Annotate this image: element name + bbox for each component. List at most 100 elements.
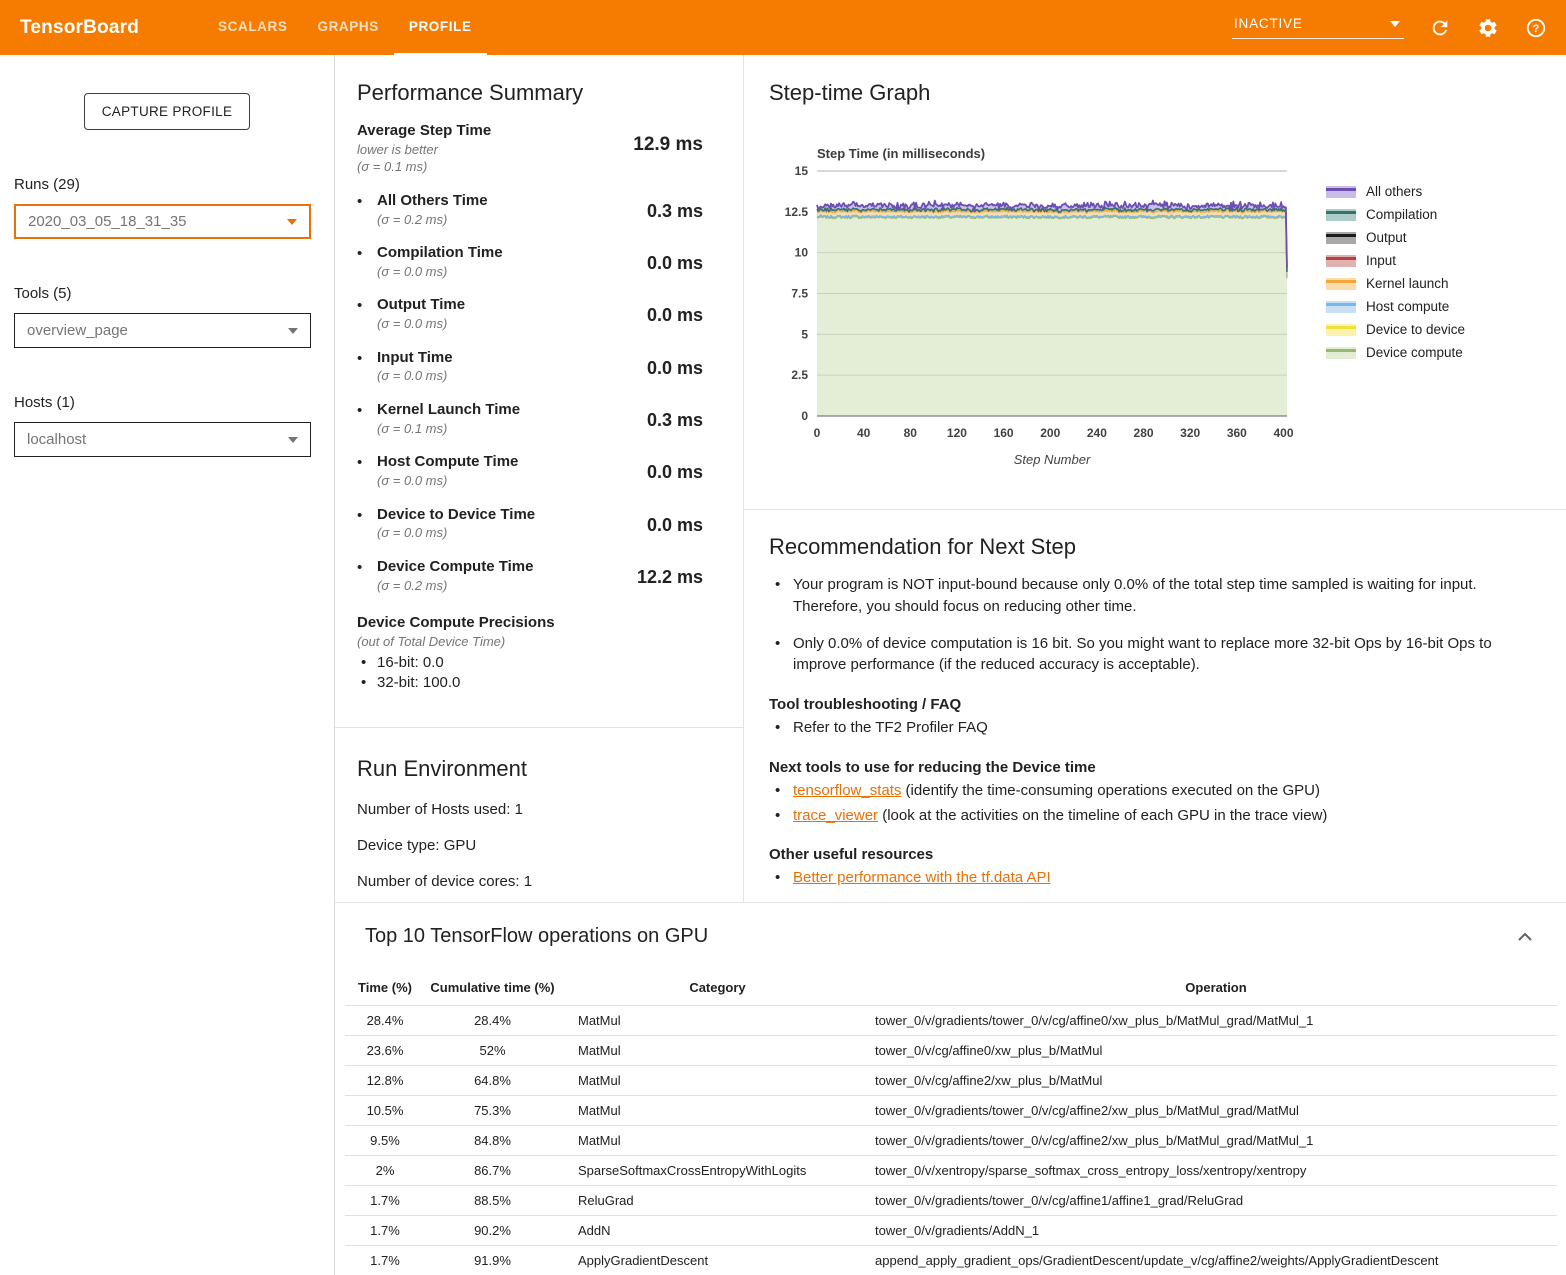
metric-label: •Host Compute Time(σ = 0.0 ms)	[357, 453, 518, 489]
other-resource-item: Better performance with the tf.data API	[769, 867, 1531, 889]
legend-item: Host compute	[1326, 299, 1465, 314]
runs-select[interactable]: 2020_03_05_18_31_35	[14, 204, 311, 239]
category-cell: ReluGrad	[560, 1186, 875, 1216]
steptime-panel: Step-time Graph Step Time (in millisecon…	[744, 55, 1566, 902]
tool-link-item: tensorflow_stats (identify the time-cons…	[769, 780, 1531, 802]
category-cell: MatMul	[560, 1126, 875, 1156]
table-row: 23.6%52%MatMultower_0/v/cg/affine0/xw_pl…	[345, 1036, 1557, 1066]
cumulative-cell: 52%	[425, 1036, 560, 1066]
metric-value: 0.0 ms	[647, 305, 703, 332]
help-icon[interactable]: ?	[1524, 16, 1548, 40]
col-time: Time (%)	[345, 974, 425, 1006]
tab-profile[interactable]: PROFILE	[394, 0, 487, 55]
metric-row: •Host Compute Time(σ = 0.0 ms) 0.0 ms	[357, 453, 703, 489]
cumulative-cell: 64.8%	[425, 1066, 560, 1096]
svg-text:80: 80	[904, 426, 918, 440]
category-cell: MatMul	[560, 1036, 875, 1066]
svg-text:280: 280	[1134, 426, 1154, 440]
table-header-row: Time (%) Cumulative time (%) Category Op…	[345, 974, 1557, 1006]
chevron-down-icon	[287, 219, 297, 225]
recommendation-bullet: Only 0.0% of device computation is 16 bi…	[769, 633, 1529, 677]
svg-text:7.5: 7.5	[791, 287, 808, 301]
recommendation-bullets: Your program is NOT input-bound because …	[769, 574, 1531, 676]
legend-label: All others	[1366, 184, 1422, 199]
metric-value: 0.0 ms	[647, 462, 703, 489]
tool-link-desc: (identify the time-consuming operations …	[901, 782, 1320, 799]
runs-label: Runs (29)	[14, 176, 334, 193]
operation-cell: tower_0/v/cg/affine2/xw_plus_b/MatMul	[875, 1066, 1557, 1096]
chart-title: Step Time (in milliseconds)	[817, 146, 1314, 161]
col-category: Category	[560, 974, 875, 1006]
collapse-chevron-up-icon[interactable]	[1517, 929, 1535, 943]
env-line: Number of Hosts used: 1	[357, 801, 703, 818]
recommendation-bullet: Your program is NOT input-bound because …	[769, 574, 1529, 618]
svg-text:?: ?	[1533, 22, 1540, 34]
operation-cell: append_apply_gradient_ops/GradientDescen…	[875, 1246, 1557, 1275]
bullet-icon: •	[357, 506, 377, 542]
main-content: Performance Summary Average Step Time lo…	[335, 55, 1566, 1275]
legend-swatch	[1326, 301, 1356, 313]
bullet-icon: •	[357, 558, 377, 594]
metric-row: •Compilation Time(σ = 0.0 ms) 0.0 ms	[357, 244, 703, 280]
time-cell: 9.5%	[345, 1126, 425, 1156]
legend-item: Output	[1326, 230, 1465, 245]
metric-sigma: (σ = 0.0 ms)	[377, 472, 518, 490]
time-cell: 2%	[345, 1156, 425, 1186]
precision-item: 16-bit: 0.0	[357, 653, 703, 673]
operation-cell: tower_0/v/gradients/tower_0/v/cg/affine2…	[875, 1126, 1557, 1156]
status-dropdown[interactable]: INACTIVE	[1232, 16, 1404, 39]
metric-sigma: (σ = 0.2 ms)	[377, 577, 533, 595]
legend-line-icon	[1326, 234, 1356, 237]
col-operation: Operation	[875, 974, 1557, 1006]
metric-row: •Device Compute Time(σ = 0.2 ms)12.2 ms	[357, 558, 703, 594]
legend-swatch	[1326, 255, 1356, 267]
legend-label: Device to device	[1366, 322, 1465, 337]
faq-items: Refer to the TF2 Profiler FAQ	[769, 717, 1531, 739]
tools-select[interactable]: overview_page	[14, 313, 311, 348]
category-cell: SparseSoftmaxCrossEntropyWithLogits	[560, 1156, 875, 1186]
metric-sigma: (σ = 0.0 ms)	[377, 367, 453, 385]
bullet-icon: •	[357, 244, 377, 280]
metric-value: 0.3 ms	[647, 410, 703, 437]
metric-name: Compilation Time	[377, 244, 503, 263]
table-row: 1.7%91.9%ApplyGradientDescentappend_appl…	[345, 1246, 1557, 1275]
metric-value: 0.0 ms	[647, 253, 703, 280]
metric-label: •Output Time(σ = 0.0 ms)	[357, 296, 465, 332]
operation-cell: tower_0/v/gradients/tower_0/v/cg/affine0…	[875, 1006, 1557, 1036]
metric-text: Output Time(σ = 0.0 ms)	[377, 296, 465, 332]
average-step-time-row: Average Step Time lower is better (σ = 0…	[357, 122, 703, 176]
capture-profile-button[interactable]: CAPTURE PROFILE	[84, 93, 251, 130]
table-row: 12.8%64.8%MatMultower_0/v/cg/affine2/xw_…	[345, 1066, 1557, 1096]
hosts-select[interactable]: localhost	[14, 422, 311, 457]
env-line: Number of device cores: 1	[357, 873, 703, 890]
top10-ops-section: Top 10 TensorFlow operations on GPU Time…	[335, 902, 1566, 1275]
operation-cell: tower_0/v/cg/affine0/xw_plus_b/MatMul	[875, 1036, 1557, 1066]
steptime-area-chart[interactable]: 02.557.51012.515040801201602002402803203…	[769, 161, 1314, 443]
performance-summary-title: Performance Summary	[357, 80, 703, 106]
table-row: 10.5%75.3%MatMultower_0/v/gradients/towe…	[345, 1096, 1557, 1126]
precision-item: 32-bit: 100.0	[357, 673, 703, 693]
refresh-icon[interactable]	[1428, 16, 1452, 40]
tab-graphs[interactable]: GRAPHS	[302, 0, 393, 55]
operation-cell: tower_0/v/xentropy/sparse_softmax_cross_…	[875, 1156, 1557, 1186]
settings-gear-icon[interactable]	[1476, 16, 1500, 40]
legend-label: Output	[1366, 230, 1407, 245]
legend-swatch	[1326, 347, 1356, 359]
metric-list: •All Others Time(σ = 0.2 ms)0.3 ms•Compi…	[357, 192, 703, 594]
resource-link[interactable]: Better performance with the tf.data API	[793, 869, 1051, 886]
run-environment-title: Run Environment	[357, 756, 703, 782]
average-step-time-value: 12.9 ms	[633, 134, 703, 176]
time-cell: 1.7%	[345, 1186, 425, 1216]
metric-row: •Device to Device Time(σ = 0.0 ms)0.0 ms	[357, 506, 703, 542]
tab-scalars[interactable]: SCALARS	[203, 0, 302, 55]
metric-text: Compilation Time(σ = 0.0 ms)	[377, 244, 503, 280]
tool-link[interactable]: trace_viewer	[793, 807, 878, 824]
metric-sigma: (σ = 0.0 ms)	[377, 263, 503, 281]
svg-text:200: 200	[1040, 426, 1060, 440]
svg-text:400: 400	[1273, 426, 1293, 440]
cumulative-cell: 28.4%	[425, 1006, 560, 1036]
metric-name: Input Time	[377, 349, 453, 368]
faq-item: Refer to the TF2 Profiler FAQ	[769, 717, 1531, 739]
tool-link[interactable]: tensorflow_stats	[793, 782, 901, 799]
legend-label: Compilation	[1366, 207, 1437, 222]
